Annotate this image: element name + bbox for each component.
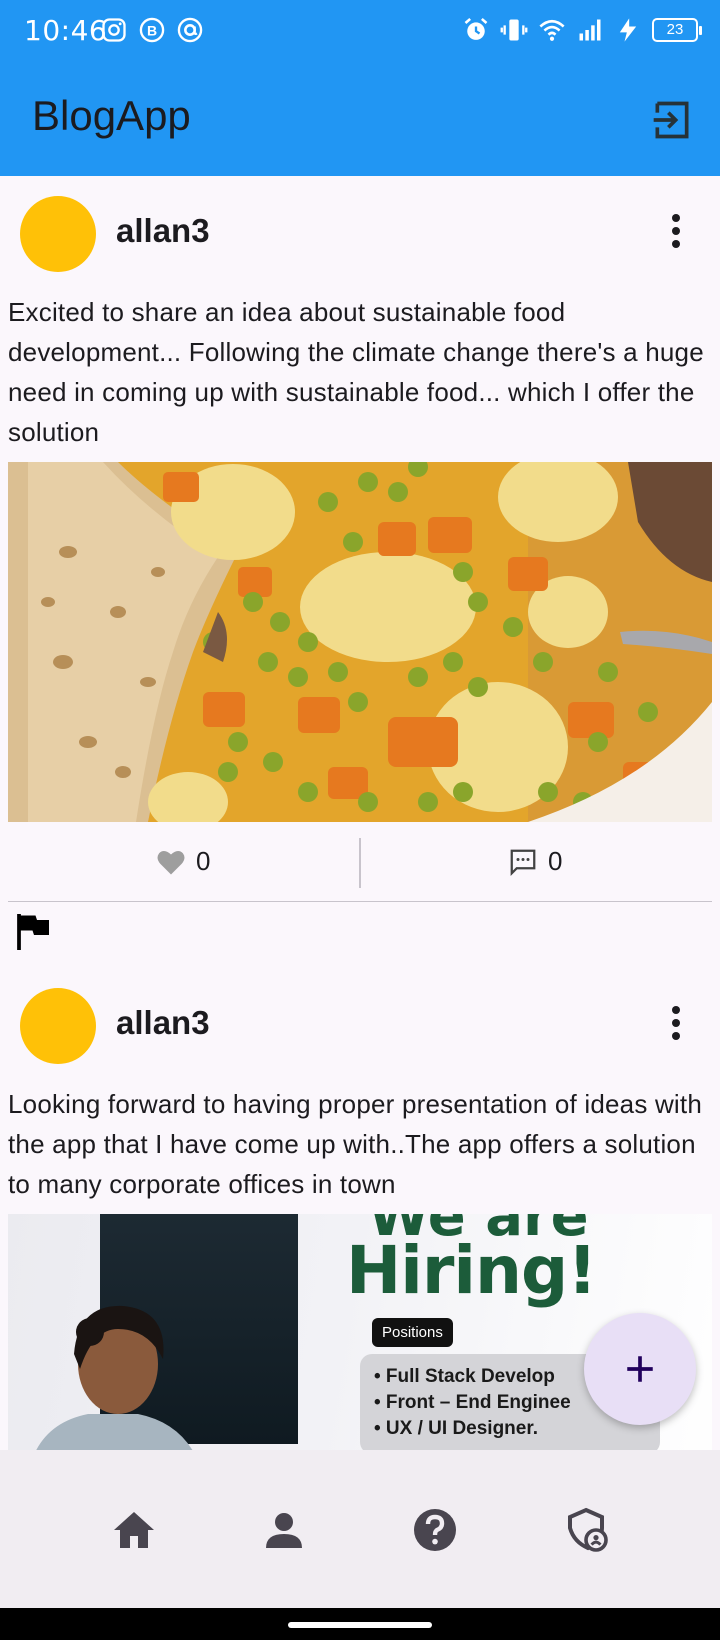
comment-button[interactable]: 0 (508, 846, 562, 877)
logout-icon[interactable] (650, 98, 694, 142)
person-icon[interactable] (260, 1506, 308, 1554)
app-bar: 10:46 B 23 BlogApp (0, 0, 720, 176)
avatar[interactable] (20, 196, 96, 272)
battery-level: 23 (652, 18, 702, 42)
like-count: 0 (196, 846, 211, 876)
avatar[interactable] (20, 988, 96, 1064)
food-photo[interactable] (8, 462, 712, 822)
help-icon[interactable] (411, 1506, 459, 1554)
flag-icon (17, 914, 49, 950)
comment-icon (510, 849, 536, 876)
poster-person-illustration (36, 1305, 193, 1450)
vibrate-icon (500, 19, 528, 41)
status-bar: 10:46 B 23 (0, 0, 720, 66)
heart-icon (157, 850, 185, 874)
action-divider (359, 838, 361, 888)
svg-text:B: B (147, 22, 157, 38)
report-button[interactable] (0, 902, 720, 968)
comment-count: 0 (548, 846, 563, 876)
post-username[interactable]: allan3 (116, 1004, 210, 1042)
food-photo-graphic (8, 462, 712, 822)
system-navigation-bar (0, 1608, 720, 1640)
positions-tag: Positions (372, 1318, 453, 1347)
add-post-button[interactable] (584, 1313, 696, 1425)
post-username[interactable]: allan3 (116, 212, 210, 250)
b-app-icon: B (139, 17, 165, 43)
like-button[interactable]: 0 (156, 846, 210, 877)
post-card: allan3 Excited to share an idea about su… (0, 176, 720, 968)
home-icon[interactable] (110, 1506, 158, 1554)
post-text: Looking forward to having proper present… (8, 1089, 702, 1199)
position-item: • UX / UI Designer. (374, 1418, 538, 1439)
at-sign-icon (177, 17, 203, 43)
post-header: allan3 (0, 176, 720, 292)
post-text: Excited to share an idea about sustainab… (8, 297, 704, 447)
post-feed[interactable]: allan3 Excited to share an idea about su… (0, 176, 720, 1450)
charging-icon (619, 18, 637, 42)
wifi-icon (539, 19, 565, 41)
instagram-icon (102, 18, 126, 42)
admin-shield-icon[interactable] (562, 1506, 610, 1554)
post-actions: 0 0 (8, 822, 712, 902)
more-options-icon[interactable] (668, 214, 684, 254)
poster-headline: Hiring! (346, 1232, 597, 1309)
signal-icon (579, 19, 601, 41)
home-gesture-handle[interactable] (288, 1622, 432, 1628)
alarm-icon (464, 17, 488, 40)
app-title: BlogApp (32, 92, 191, 139)
post-header: allan3 (0, 968, 720, 1084)
status-time: 10:46 (24, 14, 108, 47)
more-options-icon[interactable] (668, 1006, 684, 1046)
bottom-navigation (0, 1450, 720, 1608)
plus-icon (627, 1356, 653, 1382)
